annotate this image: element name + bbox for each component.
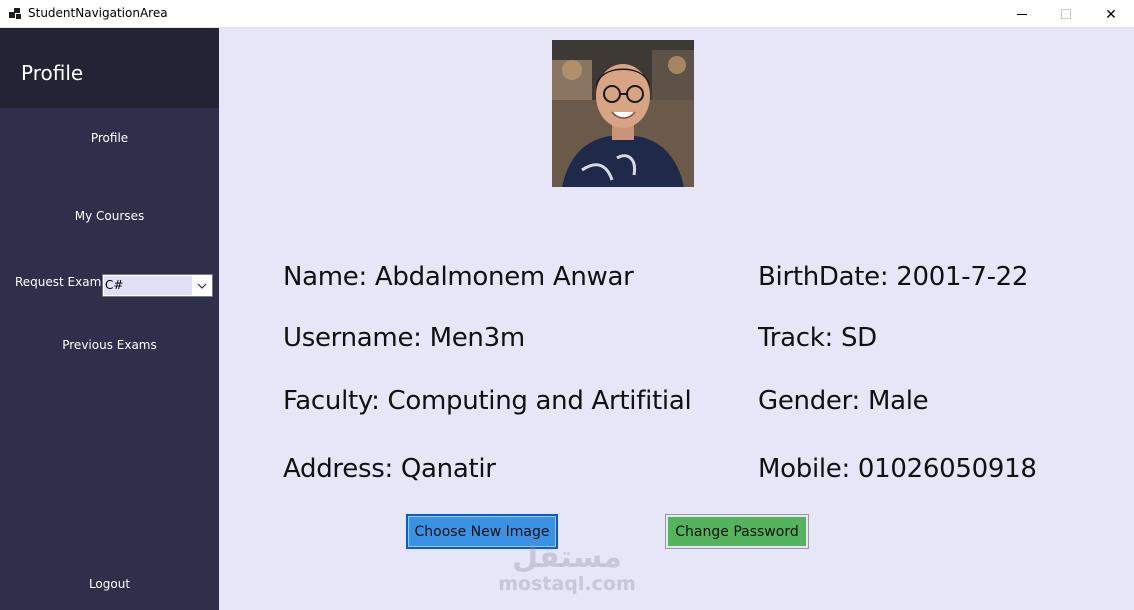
watermark: مستقل mostaql.com [497,540,637,595]
birthdate-label: BirthDate: 2001-7-22 [758,262,1029,292]
maximize-icon [1061,9,1071,19]
close-icon: ✕ [1105,5,1117,22]
window-title: StudentNavigationArea [28,6,168,20]
name-label: Name: Abdalmonem Anwar [283,262,634,292]
request-exam-label[interactable]: Request Exam [15,275,101,289]
sidebar-item-logout[interactable]: Logout [0,577,219,591]
address-label: Address: Qanatir [283,454,496,484]
sidebar: Profile Profile My Courses Request Exam … [0,28,219,610]
close-button[interactable]: ✕ [1088,0,1134,28]
change-password-button[interactable]: Change Password [665,514,809,549]
sidebar-item-my-courses[interactable]: My Courses [0,209,219,223]
exam-select[interactable]: C# [102,274,213,297]
sidebar-header: Profile [0,28,219,108]
sidebar-item-profile[interactable]: Profile [0,131,219,145]
watermark-text: mostaql.com [498,573,636,595]
exam-select-value: C# [104,276,192,295]
sidebar-header-title: Profile [21,61,84,85]
watermark-logo: مستقل [512,540,622,575]
chevron-down-icon[interactable] [196,280,208,292]
profile-photo [552,40,694,187]
gender-label: Gender: Male [758,386,929,416]
sidebar-item-previous-exams[interactable]: Previous Exams [0,338,219,352]
track-label: Track: SD [758,323,877,353]
app-icon [9,8,21,20]
minimize-button[interactable] [999,0,1045,28]
profile-panel: Name: Abdalmonem Anwar Username: Men3m F… [219,28,1134,610]
window-titlebar: StudentNavigationArea ✕ [0,0,1134,28]
maximize-button[interactable] [1043,0,1089,28]
username-label: Username: Men3m [283,323,525,353]
minimize-icon [1017,13,1027,15]
mobile-label: Mobile: 01026050918 [758,454,1037,484]
faculty-label: Faculty: Computing and Artifitial [283,386,692,416]
